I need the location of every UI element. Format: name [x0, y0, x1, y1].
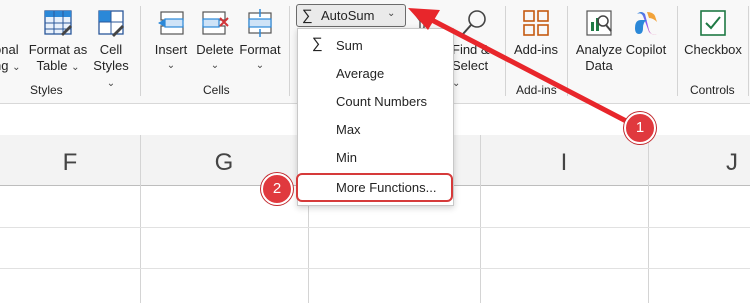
annotation-arrow	[408, 8, 631, 125]
annotation-badge-1: 1	[624, 112, 656, 144]
annotation-badge-2: 2	[261, 173, 293, 205]
